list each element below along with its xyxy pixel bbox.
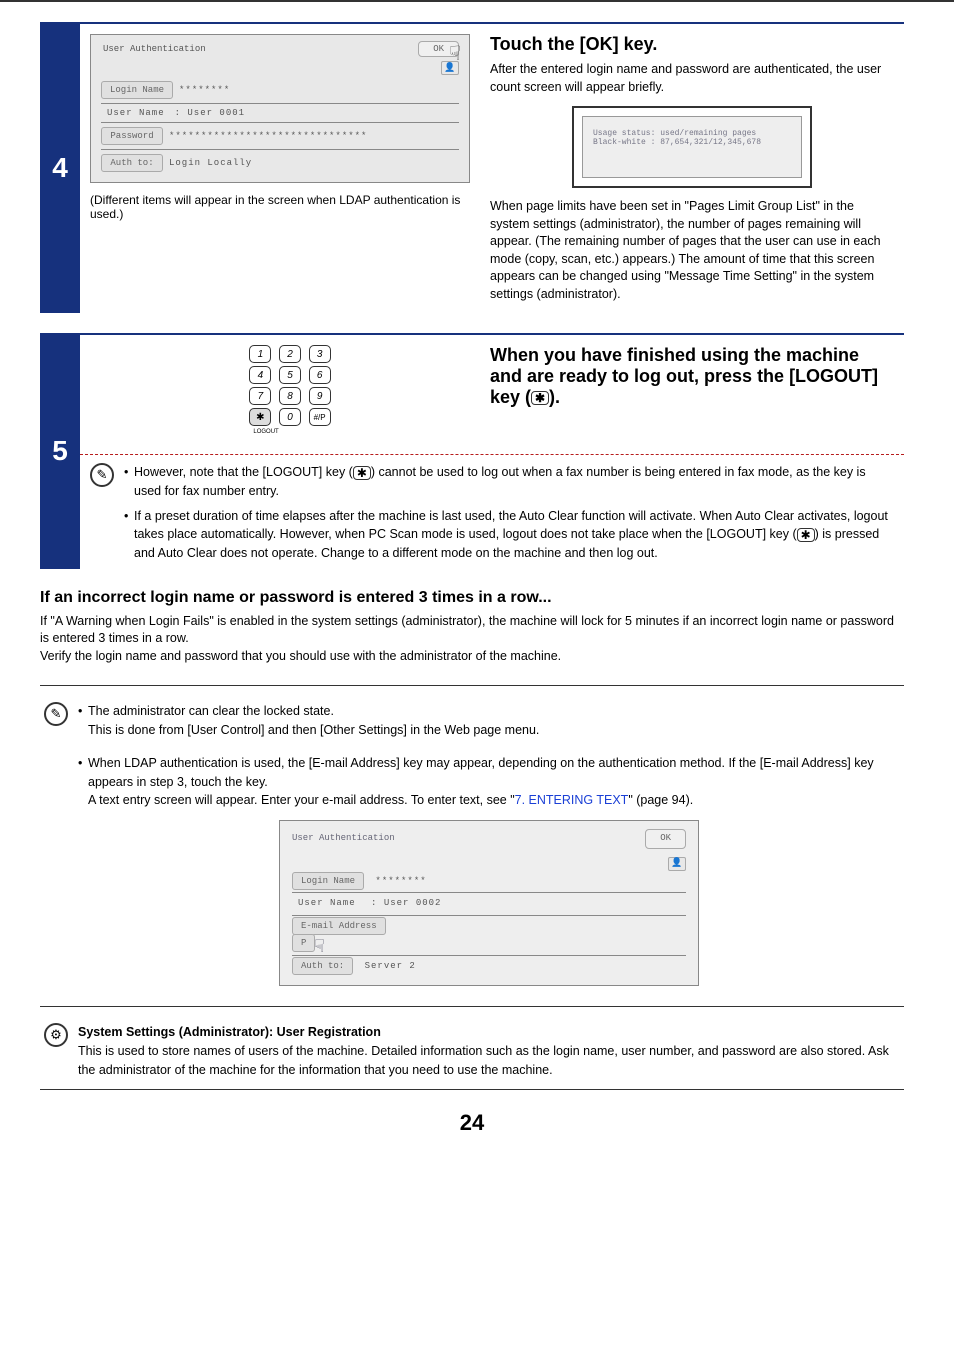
- pointer-hand-icon: ☟: [449, 41, 461, 67]
- step5-note1: However, note that the [LOGOUT] key (✱) …: [124, 463, 894, 501]
- p-button[interactable]: P: [292, 934, 315, 952]
- incorrect-heading: If an incorrect login name or password i…: [40, 589, 904, 607]
- login-name-button[interactable]: Login Name: [101, 81, 173, 99]
- step-number: 5: [40, 435, 80, 467]
- usage-line2: Black-white : 87,654,321/12,345,678: [593, 138, 791, 147]
- usage-status-box: Usage status: used/remaining pages Black…: [572, 106, 812, 188]
- key-hash-p[interactable]: #/P: [309, 408, 331, 426]
- user-select-icon[interactable]: 👤: [668, 857, 686, 871]
- panel-title: User Authentication: [101, 42, 208, 56]
- panel-caption: (Different items will appear in the scre…: [90, 193, 470, 221]
- keypad: 1 2 3 4 5 6 7 8 9: [247, 345, 332, 435]
- page-number: 24: [40, 1110, 904, 1136]
- key-1[interactable]: 1: [249, 345, 271, 363]
- key-4[interactable]: 4: [249, 366, 271, 384]
- ldap-ok-button[interactable]: OK: [645, 829, 686, 849]
- step5-note2: If a preset duration of time elapses aft…: [124, 507, 894, 563]
- user-name-value: : User 0001: [175, 108, 245, 118]
- asterisk-key-icon: ✱: [353, 466, 371, 480]
- incorrect-body: If "A Warning when Login Fails" is enabl…: [40, 613, 904, 666]
- note-icon: ✎: [90, 463, 114, 487]
- sys-settings-heading: System Settings (Administrator): User Re…: [78, 1023, 900, 1042]
- key-logout[interactable]: ✱: [249, 408, 271, 426]
- step-number-col: 5: [40, 333, 80, 569]
- asterisk-key-icon: ✱: [797, 528, 815, 542]
- ldap-auth-panel: User Authentication OK 👤 Login Name ****…: [279, 820, 699, 986]
- key-2[interactable]: 2: [279, 345, 301, 363]
- key-8[interactable]: 8: [279, 387, 301, 405]
- key-7[interactable]: 7: [249, 387, 271, 405]
- auth-to-value: Login Locally: [169, 158, 252, 168]
- step-content: User Authentication OK ☟ 👤 Login Name **…: [80, 22, 904, 313]
- step-4: 4 User Authentication OK ☟ 👤 Login Name …: [40, 22, 904, 313]
- usage-line1: Usage status: used/remaining pages: [593, 129, 791, 138]
- email-address-button[interactable]: E-mail Address: [292, 917, 386, 935]
- ldap-panel-title: User Authentication: [292, 832, 395, 846]
- user-name-label: User Name: [107, 108, 165, 118]
- key-9[interactable]: 9: [309, 387, 331, 405]
- note-ldap: When LDAP authentication is used, the [E…: [78, 754, 900, 810]
- gear-icon: ⚙: [44, 1023, 68, 1047]
- asterisk-key-icon: ✱: [531, 391, 549, 405]
- pointer-hand-icon: ☟: [314, 935, 325, 962]
- ldap-user-name-label: User Name: [298, 898, 356, 908]
- auth-to-button[interactable]: Auth to:: [101, 154, 163, 172]
- note-admin-clear: The administrator can clear the locked s…: [78, 702, 900, 740]
- password-button[interactable]: Password: [101, 127, 163, 145]
- key-5[interactable]: 5: [279, 366, 301, 384]
- entering-text-link[interactable]: 7. ENTERING TEXT: [515, 793, 629, 807]
- note-icon: ✎: [44, 702, 68, 726]
- step4-heading: Touch the [OK] key.: [490, 34, 894, 55]
- sys-settings-body: This is used to store names of users of …: [78, 1042, 900, 1080]
- user-auth-panel: User Authentication OK ☟ 👤 Login Name **…: [90, 34, 470, 183]
- step-number-col: 4: [40, 22, 80, 313]
- step4-body2: When page limits have been set in "Pages…: [490, 198, 894, 303]
- key-3[interactable]: 3: [309, 345, 331, 363]
- ldap-user-name-value: : User 0002: [371, 898, 441, 908]
- password-value: *******************************: [169, 131, 367, 141]
- step5-heading: When you have finished using the machine…: [490, 345, 894, 408]
- dashed-divider: [80, 454, 904, 455]
- ldap-login-name-value: ********: [375, 876, 426, 886]
- step4-body1: After the entered login name and passwor…: [490, 61, 894, 96]
- ldap-auth-to-value: Server 2: [365, 961, 416, 971]
- step-number: 4: [40, 152, 80, 184]
- step5-heading-post: ).: [549, 387, 560, 407]
- login-name-value: ********: [179, 85, 230, 95]
- key-6[interactable]: 6: [309, 366, 331, 384]
- step-5: 5 1 2 3 4 5 6: [40, 333, 904, 569]
- ldap-login-name-button[interactable]: Login Name: [292, 872, 364, 890]
- key-0[interactable]: 0: [279, 408, 301, 426]
- logout-label: LOGOUT: [253, 429, 332, 435]
